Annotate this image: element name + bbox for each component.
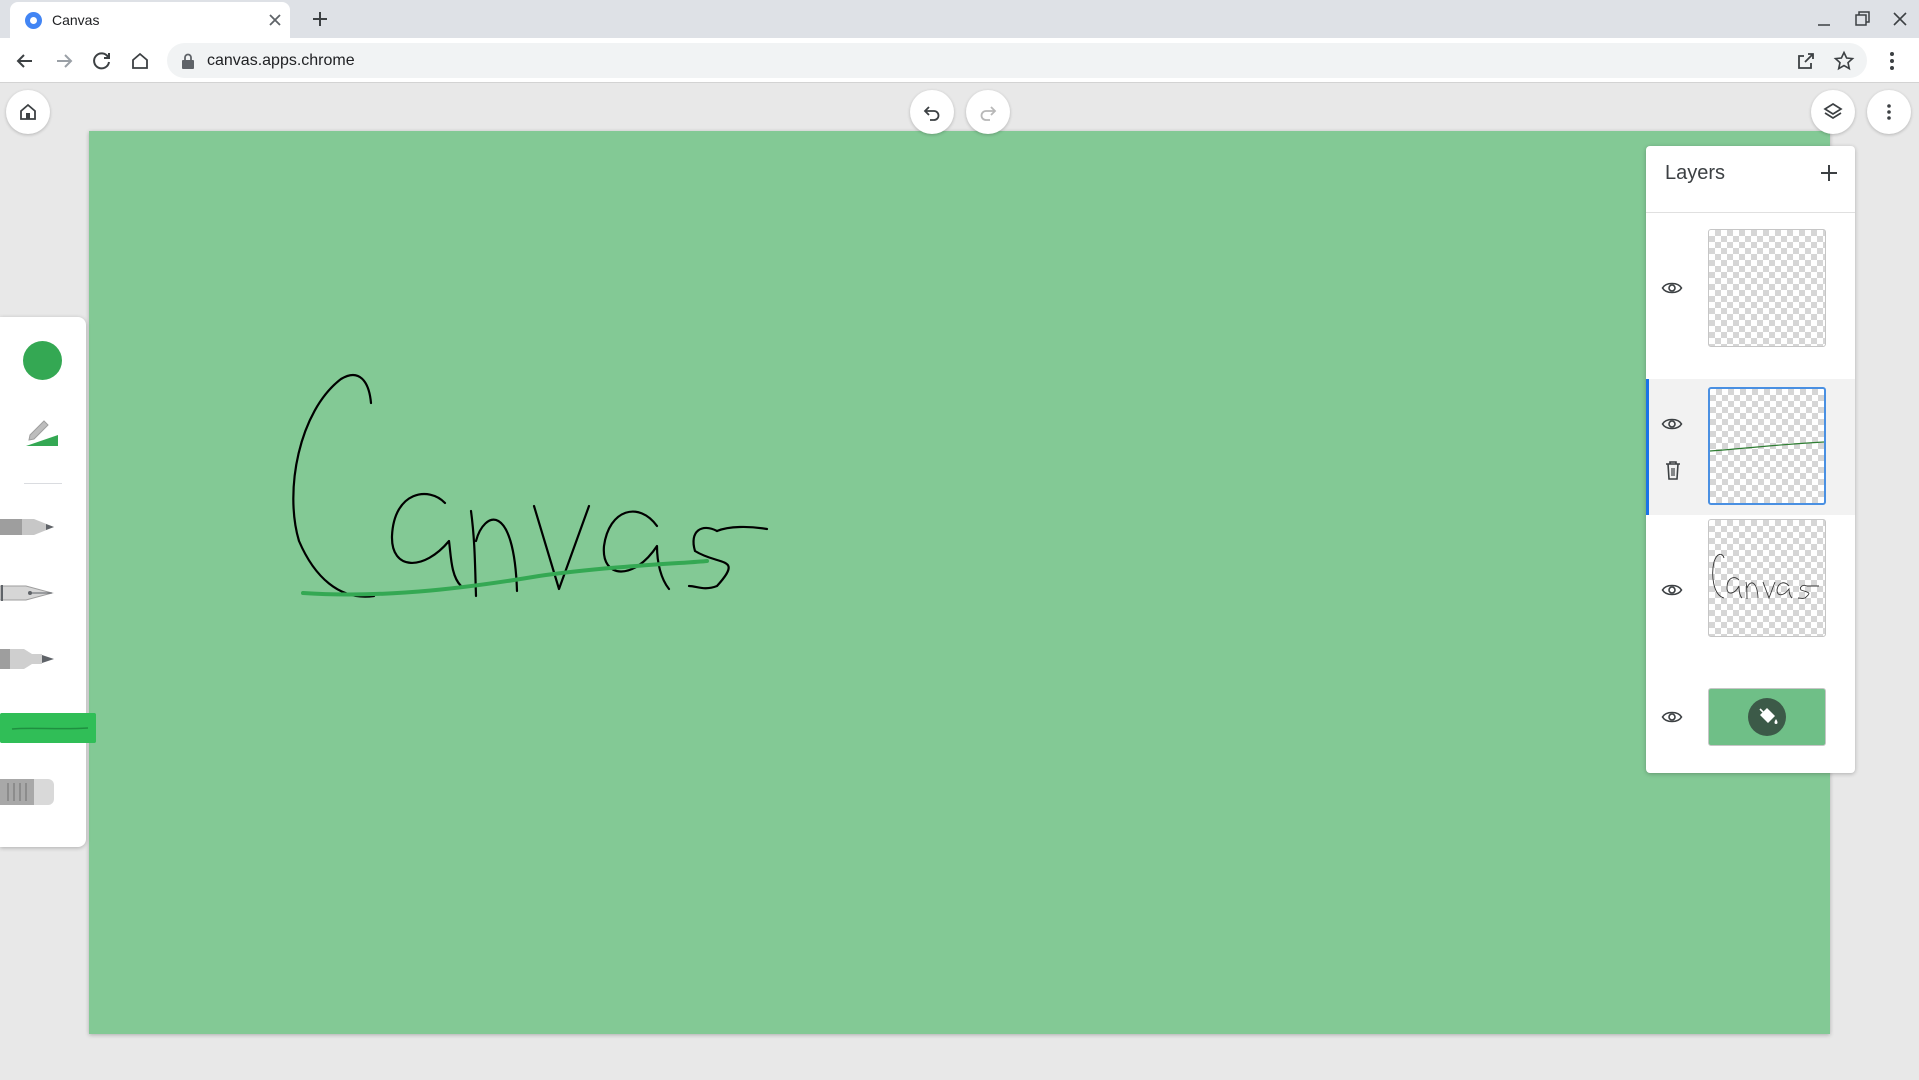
palette-divider bbox=[24, 483, 62, 484]
canvas-app: Layers bbox=[0, 84, 1919, 1080]
layer-thumbnail[interactable] bbox=[1708, 229, 1826, 347]
reload-icon[interactable] bbox=[89, 48, 115, 74]
delete-layer-icon[interactable] bbox=[1664, 460, 1682, 480]
browser-toolbar: canvas.apps.chrome bbox=[0, 38, 1919, 83]
tab-title: Canvas bbox=[52, 12, 100, 28]
background-layer-thumbnail[interactable] bbox=[1708, 688, 1826, 746]
undo-button[interactable] bbox=[910, 90, 954, 134]
open-in-app-icon[interactable] bbox=[1794, 49, 1818, 73]
layers-panel: Layers bbox=[1646, 146, 1855, 773]
stroke-size-icon[interactable] bbox=[24, 413, 60, 447]
bookmark-star-icon[interactable] bbox=[1832, 49, 1856, 73]
address-bar[interactable]: canvas.apps.chrome bbox=[167, 43, 1867, 78]
layer-item[interactable] bbox=[1646, 664, 1855, 764]
home-button[interactable] bbox=[6, 90, 50, 134]
layer-item[interactable] bbox=[1646, 515, 1855, 664]
underline-thumbnail-stroke bbox=[1710, 441, 1824, 452]
layers-icon bbox=[1823, 102, 1843, 120]
restore-icon[interactable] bbox=[1849, 6, 1875, 32]
canvas-strokes bbox=[292, 373, 769, 598]
layer-item[interactable] bbox=[1646, 213, 1855, 362]
marker-tool-icon[interactable] bbox=[0, 639, 60, 679]
canvas-favicon-icon bbox=[25, 12, 42, 29]
minimize-icon[interactable] bbox=[1811, 6, 1837, 32]
layers-toggle-button[interactable] bbox=[1811, 90, 1855, 134]
canvas-text-thumbnail bbox=[1712, 553, 1819, 600]
layer-thumbnail[interactable] bbox=[1708, 387, 1826, 505]
visibility-eye-icon[interactable] bbox=[1661, 706, 1683, 728]
color-picker-button[interactable] bbox=[23, 341, 62, 380]
eraser-tool-icon[interactable] bbox=[0, 771, 60, 811]
highlighter-tool-icon[interactable] bbox=[0, 708, 96, 748]
new-tab-icon[interactable] bbox=[308, 7, 332, 31]
green-underline-stroke bbox=[301, 559, 709, 597]
visibility-eye-icon[interactable] bbox=[1661, 579, 1683, 601]
paint-bucket-icon bbox=[1759, 708, 1778, 724]
back-icon[interactable] bbox=[12, 48, 38, 74]
undo-icon bbox=[923, 106, 940, 121]
browser-tab[interactable]: Canvas bbox=[10, 2, 290, 38]
redo-button[interactable] bbox=[966, 90, 1010, 134]
browser-menu-icon[interactable] bbox=[1880, 49, 1904, 73]
layer-item-active[interactable] bbox=[1646, 379, 1855, 515]
tool-palette bbox=[0, 317, 96, 847]
fill-color-button[interactable] bbox=[1748, 698, 1786, 736]
visibility-eye-icon[interactable] bbox=[1661, 277, 1683, 299]
layer-thumbnail[interactable] bbox=[1708, 519, 1826, 637]
house-icon bbox=[20, 103, 36, 120]
more-vert-icon bbox=[1887, 104, 1891, 120]
home-icon[interactable] bbox=[127, 48, 153, 74]
app-menu-button[interactable] bbox=[1867, 90, 1911, 134]
layers-title: Layers bbox=[1665, 162, 1726, 184]
url-text: canvas.apps.chrome bbox=[207, 52, 355, 69]
browser-tab-strip: Canvas bbox=[0, 0, 1919, 38]
redo-icon bbox=[980, 106, 997, 121]
fountain-pen-tool-icon[interactable] bbox=[0, 573, 60, 613]
visibility-eye-icon[interactable] bbox=[1661, 413, 1683, 435]
close-window-icon[interactable] bbox=[1887, 6, 1913, 32]
drawing-canvas[interactable] bbox=[89, 131, 1830, 1034]
close-tab-icon[interactable] bbox=[264, 9, 286, 31]
lock-icon bbox=[182, 53, 194, 69]
add-layer-icon[interactable] bbox=[1816, 160, 1842, 186]
forward-icon[interactable] bbox=[51, 48, 77, 74]
pencil-tool-icon[interactable] bbox=[0, 507, 60, 547]
